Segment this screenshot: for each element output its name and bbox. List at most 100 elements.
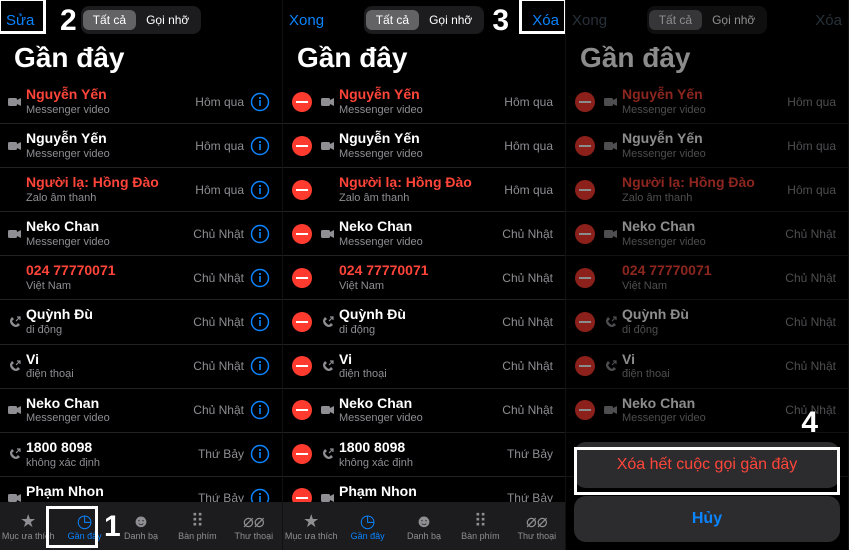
done-button[interactable]: Xong <box>289 12 341 29</box>
call-time: Thứ Bảy <box>507 447 553 461</box>
call-time: Hôm qua <box>195 139 244 153</box>
tab-voicemail[interactable]: ⌀⌀ Thư thoại <box>226 502 282 550</box>
delete-row-button[interactable] <box>287 356 317 376</box>
tab-contacts[interactable]: ☻ Danh bạ <box>396 502 452 550</box>
delete-row-button[interactable] <box>287 136 317 156</box>
call-main: Nguyễn YếnMessenger video <box>26 130 189 161</box>
delete-row-button[interactable] <box>287 180 317 200</box>
call-source: Messenger video <box>26 235 187 249</box>
info-button[interactable] <box>250 356 270 376</box>
call-name: Người lạ: Hồng Đào <box>26 174 189 191</box>
call-row[interactable]: Nguyễn YếnMessenger video Hôm qua <box>0 124 282 168</box>
call-name: Neko Chan <box>339 395 496 412</box>
person-icon: ☻ <box>132 512 151 530</box>
outgoing-call-icon <box>317 360 339 372</box>
clear-all-recents-button[interactable]: Xóa hết cuộc gọi gần đây <box>574 442 840 488</box>
minus-circle-icon <box>292 92 312 112</box>
clock-icon: ◷ <box>77 512 93 530</box>
minus-circle-icon <box>292 312 312 332</box>
call-main: Viđiện thoại <box>339 351 496 382</box>
info-button[interactable] <box>250 400 270 420</box>
call-main: Quỳnh Đùdi động <box>339 306 496 337</box>
tab-favorites[interactable]: ★ Mục ưa thích <box>0 502 56 550</box>
delete-row-button[interactable] <box>287 268 317 288</box>
call-source: không xác định <box>339 456 501 470</box>
tab-label: Gần đây <box>351 531 385 541</box>
delete-row-button[interactable] <box>287 224 317 244</box>
call-time: Hôm qua <box>195 183 244 197</box>
info-button[interactable] <box>250 92 270 112</box>
tab-voicemail[interactable]: ⌀⌀ Thư thoại <box>509 502 565 550</box>
info-button[interactable] <box>250 312 270 332</box>
star-icon: ★ <box>303 512 319 530</box>
star-icon: ★ <box>20 512 36 530</box>
info-button[interactable] <box>250 444 270 464</box>
call-main: Người lạ: Hồng ĐàoZalo âm thanh <box>26 174 189 205</box>
call-row[interactable]: 024 77770071Việt NamChủ Nhật <box>0 256 282 300</box>
delete-row-button[interactable] <box>287 444 317 464</box>
call-row[interactable]: Người lạ: Hồng ĐàoZalo âm thanhHôm qua <box>283 168 565 212</box>
video-icon <box>4 97 26 107</box>
call-name: 024 77770071 <box>339 262 496 279</box>
tab-contacts[interactable]: ☻ Danh bạ <box>113 502 169 550</box>
call-source: điện thoại <box>339 367 496 381</box>
call-row[interactable]: Neko ChanMessenger videoChủ Nhật <box>283 212 565 256</box>
delete-row-button[interactable] <box>287 312 317 332</box>
call-row[interactable]: Viđiện thoạiChủ Nhật <box>0 345 282 389</box>
call-time: Hôm qua <box>504 139 553 153</box>
call-row[interactable]: Nguyễn YếnMessenger videoHôm qua <box>0 80 282 124</box>
call-row[interactable]: Người lạ: Hồng ĐàoZalo âm thanh Hôm qua <box>0 168 282 212</box>
tab-recents[interactable]: ◷ Gần đây <box>339 502 395 550</box>
call-name: Phạm Nhon <box>26 483 192 500</box>
call-row[interactable]: Neko ChanMessenger videoChủ Nhật <box>0 389 282 433</box>
call-row[interactable]: 024 77770071Việt NamChủ Nhật <box>283 256 565 300</box>
segment-all[interactable]: Tất cả <box>366 10 419 30</box>
call-time: Chủ Nhật <box>502 403 553 417</box>
person-icon: ☻ <box>415 512 434 530</box>
screen-step-1: Sửa Tất cả Gọi nhỡ Gần đây Nguyễn YếnMes… <box>0 0 283 550</box>
call-row[interactable]: 1800 8098không xác địnhThứ Bảy <box>0 433 282 477</box>
tab-label: Thư thoại <box>235 531 274 541</box>
call-name: Quỳnh Đù <box>26 306 187 323</box>
cancel-button[interactable]: Hủy <box>574 496 840 542</box>
outgoing-call-icon <box>317 316 339 328</box>
call-filter-segmented[interactable]: Tất cả Gọi nhỡ <box>364 6 485 34</box>
info-button[interactable] <box>250 180 270 200</box>
call-main: Quỳnh Đùdi động <box>26 306 187 337</box>
call-source: Messenger video <box>339 147 498 161</box>
info-button[interactable] <box>250 224 270 244</box>
video-icon <box>4 141 26 151</box>
tab-keypad[interactable]: ⠿ Bàn phím <box>169 502 225 550</box>
info-button[interactable] <box>250 136 270 156</box>
call-row[interactable]: 1800 8098không xác địnhThứ Bảy <box>283 433 565 477</box>
nav-bar: Sửa Tất cả Gọi nhỡ <box>0 0 282 40</box>
edit-button[interactable]: Sửa <box>6 12 58 29</box>
call-row[interactable]: Quỳnh Đùdi độngChủ Nhật <box>0 300 282 344</box>
segment-missed[interactable]: Gọi nhỡ <box>419 10 482 30</box>
clear-button[interactable]: Xóa <box>507 12 559 29</box>
outgoing-call-icon <box>4 360 26 372</box>
delete-row-button[interactable] <box>287 400 317 420</box>
call-source: điện thoại <box>26 367 187 381</box>
call-source: Việt Nam <box>339 279 496 293</box>
delete-row-button[interactable] <box>287 92 317 112</box>
call-time: Chủ Nhật <box>502 315 553 329</box>
call-row[interactable]: Nguyễn YếnMessenger videoHôm qua <box>283 80 565 124</box>
call-name: Vi <box>339 351 496 368</box>
tab-keypad[interactable]: ⠿ Bàn phím <box>452 502 508 550</box>
segment-missed[interactable]: Gọi nhỡ <box>136 10 199 30</box>
info-button[interactable] <box>250 268 270 288</box>
call-row[interactable]: Viđiện thoạiChủ Nhật <box>283 345 565 389</box>
tab-label: Thư thoại <box>518 531 557 541</box>
call-main: Nguyễn YếnMessenger video <box>339 86 498 117</box>
call-row[interactable]: Neko ChanMessenger videoChủ Nhật <box>0 212 282 256</box>
step-number-2: 2 <box>60 4 77 38</box>
tab-favorites[interactable]: ★ Mục ưa thích <box>283 502 339 550</box>
minus-circle-icon <box>292 136 312 156</box>
call-row[interactable]: Neko ChanMessenger videoChủ Nhật <box>283 389 565 433</box>
step-number-3: 3 <box>492 4 509 38</box>
segment-all[interactable]: Tất cả <box>83 10 136 30</box>
call-row[interactable]: Nguyễn YếnMessenger videoHôm qua <box>283 124 565 168</box>
call-filter-segmented[interactable]: Tất cả Gọi nhỡ <box>81 6 202 34</box>
call-row[interactable]: Quỳnh Đùdi động Chủ Nhật <box>283 300 565 344</box>
